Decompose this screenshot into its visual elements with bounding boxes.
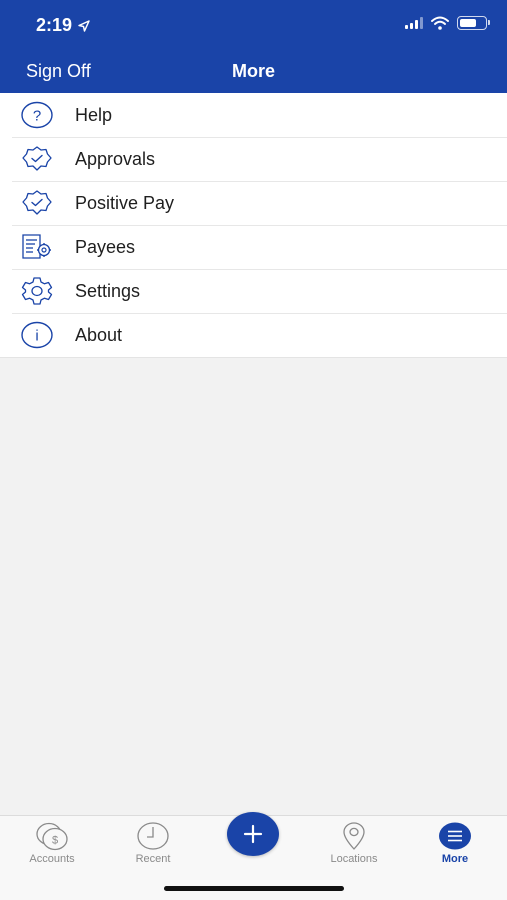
tab-recent[interactable]: Recent xyxy=(108,816,198,876)
menu-item-label: Payees xyxy=(75,237,136,257)
more-menu: ? Help Approvals Positive Pay Payees Set… xyxy=(0,93,507,358)
payees-icon xyxy=(20,232,54,262)
menu-item-label: About xyxy=(75,325,123,345)
menu-item-approvals[interactable]: Approvals xyxy=(0,137,507,181)
tab-label: Locations xyxy=(330,853,378,865)
battery-level xyxy=(460,19,477,27)
status-indicators xyxy=(405,16,490,30)
clock-icon xyxy=(137,822,169,850)
gear-icon xyxy=(20,276,54,306)
cellular-signal-icon xyxy=(405,17,423,29)
time-text: 2:19 xyxy=(36,15,73,35)
svg-text:?: ? xyxy=(33,108,41,125)
tab-label: Accounts xyxy=(29,853,75,865)
app-header: 2:19 Sign Off More xyxy=(0,0,507,93)
location-arrow-icon xyxy=(78,19,90,32)
approval-badge-icon xyxy=(20,144,54,174)
tab-locations[interactable]: Locations xyxy=(309,816,399,876)
positive-pay-badge-icon xyxy=(20,188,54,218)
menu-item-payees[interactable]: Payees xyxy=(0,225,507,269)
svg-text:$: $ xyxy=(52,835,58,847)
tab-more[interactable]: More xyxy=(410,816,500,876)
menu-item-help[interactable]: ? Help xyxy=(0,93,507,137)
location-pin-icon xyxy=(343,822,365,850)
tab-label: Recent xyxy=(135,853,171,865)
wifi-icon xyxy=(431,16,449,30)
status-time: 2:19 xyxy=(36,15,90,36)
menu-item-label: Positive Pay xyxy=(75,193,175,213)
add-button[interactable] xyxy=(227,812,279,856)
info-icon: i xyxy=(20,320,54,350)
menu-icon xyxy=(439,822,471,850)
accounts-coins-icon: $ xyxy=(36,822,68,851)
battery-icon xyxy=(457,16,490,30)
tab-accounts[interactable]: $ Accounts xyxy=(7,816,97,876)
menu-divider xyxy=(0,357,507,358)
home-indicator xyxy=(164,886,344,891)
plus-icon xyxy=(243,824,263,844)
tab-label: More xyxy=(441,853,469,865)
help-icon: ? xyxy=(20,100,54,130)
menu-item-label: Settings xyxy=(75,281,141,301)
menu-item-label: Help xyxy=(75,105,113,125)
menu-item-label: Approvals xyxy=(75,149,156,169)
menu-item-settings[interactable]: Settings xyxy=(0,269,507,313)
svg-text:i: i xyxy=(35,328,38,345)
menu-item-about[interactable]: i About xyxy=(0,313,507,357)
page-title: More xyxy=(231,61,275,81)
menu-item-positive-pay[interactable]: Positive Pay xyxy=(0,181,507,225)
